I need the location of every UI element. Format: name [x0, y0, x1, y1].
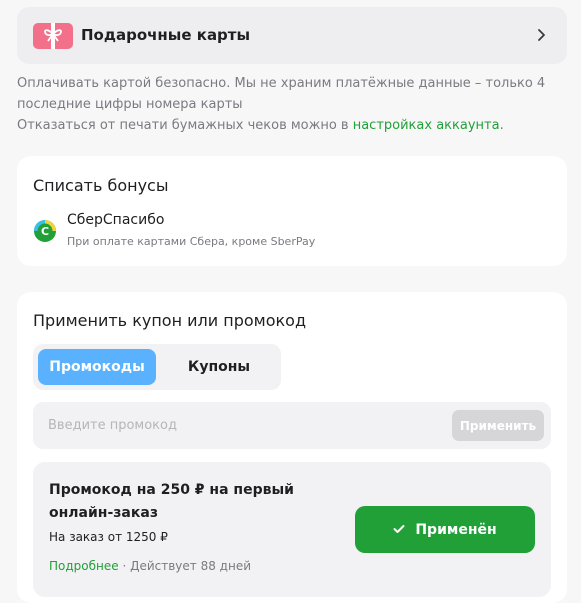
promo-code-input[interactable]	[33, 402, 433, 449]
gift-cards-title: Подарочные карты	[81, 26, 251, 44]
check-icon	[393, 522, 405, 538]
promo-section-title: Применить купон или промокод	[33, 311, 307, 330]
gift-icon	[33, 23, 73, 49]
meta-separator: ·	[118, 559, 131, 573]
promo-card: Применить купон или промокод Промокоды К…	[17, 292, 567, 603]
tab-promocodes[interactable]: Промокоды	[38, 349, 156, 385]
sberspasibo-logo-icon: С	[33, 219, 57, 247]
security-note: Оплачивать картой безопасно. Мы не храни…	[17, 76, 546, 112]
promo-validity: Действует 88 дней	[130, 559, 252, 573]
bonus-program-name: СберСпасибо	[67, 212, 165, 228]
apply-promo-button[interactable]: Применить	[452, 410, 544, 441]
promo-tabs: Промокоды Купоны	[33, 344, 281, 390]
tab-coupons[interactable]: Купоны	[163, 349, 275, 385]
promo-offer-title: Промокод на 250 ₽ на первый онлайн-заказ	[49, 482, 294, 521]
chevron-right-icon[interactable]	[535, 27, 547, 43]
promo-details-link[interactable]: Подробнее	[49, 559, 119, 573]
payment-info: Оплачивать картой безопасно. Мы не храни…	[17, 73, 572, 136]
promo-offer-meta: Подробнее · Действует 88 дней	[49, 559, 251, 573]
promo-input-group: Применить	[33, 402, 551, 449]
receipt-note-text: Отказаться от печати бумажных чеков можн…	[17, 118, 353, 133]
svg-text:С: С	[41, 225, 49, 238]
bonus-section-title: Списать бонусы	[33, 176, 169, 195]
receipt-note-end: .	[499, 118, 504, 133]
promo-applied-button[interactable]: Применён	[355, 506, 535, 553]
account-settings-link[interactable]: настройках аккаунта	[353, 118, 500, 133]
promo-offer-condition: На заказ от 1250 ₽	[49, 530, 168, 544]
bonus-program-description: При оплате картами Сбера, кроме SberPay	[67, 235, 316, 248]
receipt-note: Отказаться от печати бумажных чеков можн…	[17, 115, 572, 136]
bonus-card: Списать бонусы С СберСпасибо При оплате …	[17, 156, 567, 266]
applied-label: Применён	[415, 521, 497, 538]
gift-cards-row[interactable]: Подарочные карты	[17, 7, 567, 64]
promo-offer-card: Промокод на 250 ₽ на первый онлайн-заказ…	[33, 462, 551, 597]
